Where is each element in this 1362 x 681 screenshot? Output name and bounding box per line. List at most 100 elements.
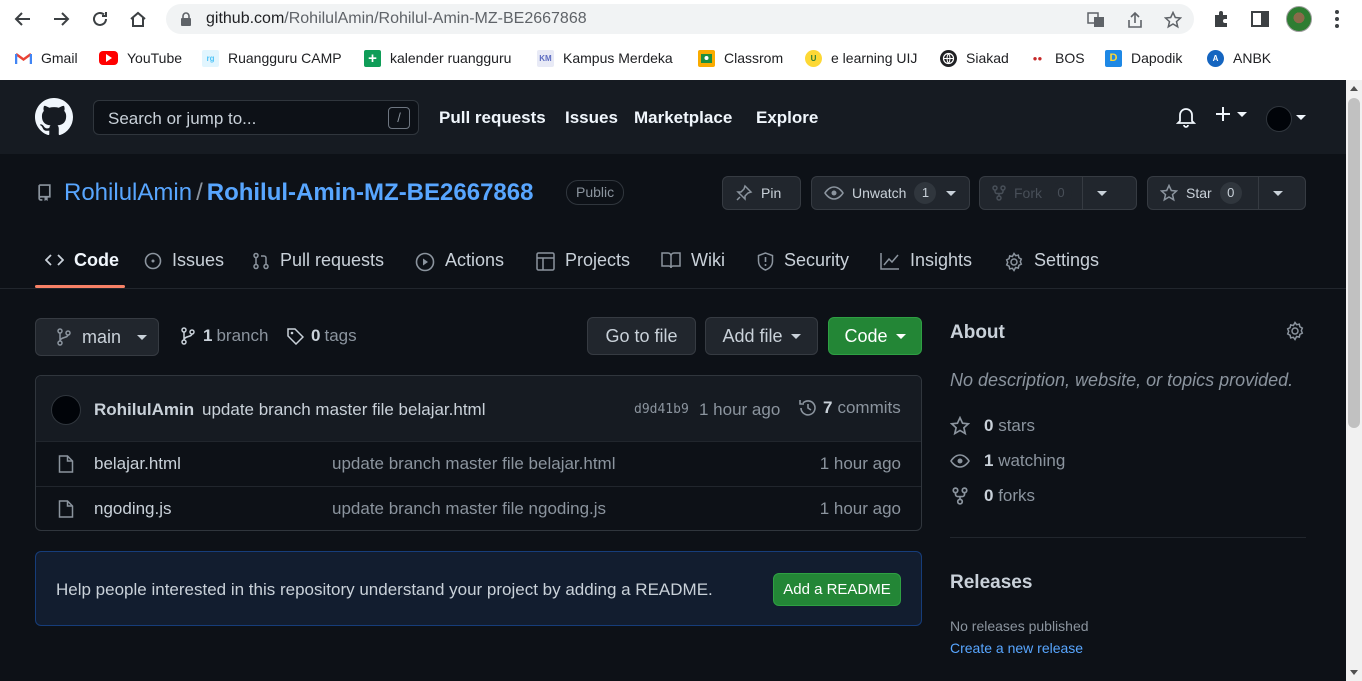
tab-label: Actions — [445, 250, 505, 270]
eye-icon — [824, 186, 844, 200]
notifications-bell-icon[interactable] — [1176, 106, 1196, 128]
book-icon — [661, 252, 681, 269]
profile-avatar[interactable] — [1286, 6, 1312, 32]
commits-history-link[interactable]: 7 commits — [798, 398, 901, 418]
file-name-link[interactable]: belajar.html — [94, 454, 181, 474]
extensions-icon[interactable] — [1210, 8, 1232, 30]
kebab-menu-icon[interactable] — [1326, 8, 1348, 30]
watch-dropdown-chevron-icon[interactable] — [944, 177, 966, 209]
file-commit-time: 1 hour ago — [819, 454, 901, 473]
home-icon[interactable] — [126, 7, 150, 31]
reload-icon[interactable] — [88, 7, 112, 31]
user-menu-chevron-icon[interactable] — [1296, 115, 1306, 120]
fork-dropdown-chevron-icon[interactable] — [1082, 177, 1121, 209]
bookmark-siakad[interactable]: Siakad — [940, 48, 1009, 68]
url-text[interactable]: github.com/RohilulAmin/Rohilul-Amin-MZ-B… — [206, 10, 587, 28]
stars-link[interactable]: 0 stars — [950, 416, 1035, 436]
history-icon — [799, 400, 816, 416]
bookmark-gmail[interactable]: Gmail — [15, 48, 78, 68]
fork-button[interactable]: Fork 0 — [979, 176, 1137, 210]
forks-link[interactable]: 0 forks — [950, 486, 1035, 506]
add-readme-button[interactable]: Add a README — [773, 573, 901, 606]
tab-label: Pull requests — [280, 250, 385, 270]
gmail-icon — [15, 50, 32, 67]
bookmark-label: Kampus Merdeka — [563, 50, 673, 66]
star-dropdown-chevron-icon[interactable] — [1257, 177, 1297, 209]
nav-marketplace[interactable]: Marketplace — [634, 108, 732, 128]
search-input[interactable]: Search or jump to... / — [93, 100, 419, 135]
bookmark-label: Ruangguru CAMP — [228, 50, 342, 66]
user-avatar[interactable] — [1266, 106, 1292, 132]
graph-icon — [880, 253, 899, 270]
about-settings-gear-icon[interactable] — [1285, 321, 1305, 341]
page-scrollbar[interactable] — [1346, 80, 1362, 681]
share-icon[interactable] — [1125, 10, 1145, 30]
address-bar[interactable]: github.com/RohilulAmin/Rohilul-Amin-MZ-B… — [166, 4, 1194, 34]
file-name-link[interactable]: ngoding.js — [94, 499, 172, 519]
scroll-up-arrow-icon[interactable] — [1350, 86, 1358, 91]
commit-message-link[interactable]: update branch master file belajar.html — [202, 400, 486, 420]
globe-icon — [940, 49, 957, 67]
tab-actions[interactable]: Actions — [415, 238, 504, 288]
forward-icon[interactable] — [49, 7, 73, 31]
tab-settings[interactable]: Settings — [1004, 238, 1099, 288]
create-new-dropdown[interactable] — [1215, 106, 1247, 122]
bookmark-star-icon[interactable] — [1163, 10, 1183, 30]
pin-button[interactable]: Pin — [722, 176, 801, 210]
bookmark-kalender-ruangguru[interactable]: + kalender ruangguru — [364, 48, 511, 68]
commit-author-avatar[interactable] — [51, 395, 81, 425]
bookmark-kampus-merdeka[interactable]: KM Kampus Merdeka — [537, 48, 673, 68]
go-to-file-button[interactable]: Go to file — [587, 317, 696, 355]
bookmark-classroom[interactable]: Classrom — [698, 48, 783, 68]
lock-icon[interactable] — [180, 12, 192, 26]
watching-link[interactable]: 1 watching — [950, 451, 1065, 471]
tab-label: Insights — [910, 250, 973, 270]
scroll-down-arrow-icon[interactable] — [1350, 670, 1358, 675]
youtube-icon — [99, 51, 118, 65]
nav-issues[interactable]: Issues — [565, 108, 618, 128]
file-row[interactable]: ngoding.js update branch master file ngo… — [36, 486, 921, 530]
repo-owner-link[interactable]: RohilulAmin — [64, 179, 192, 206]
repo-name-link[interactable]: Rohilul-Amin-MZ-BE2667868 — [207, 179, 534, 206]
create-release-link[interactable]: Create a new release — [950, 640, 1083, 656]
bookmark-bos[interactable]: ●● BOS — [1029, 48, 1085, 68]
file-row[interactable]: belajar.html update branch master file b… — [36, 442, 921, 486]
tab-insights[interactable]: Insights — [880, 238, 972, 288]
bookmark-anbk[interactable]: A ANBK — [1207, 48, 1271, 68]
tab-pull-requests[interactable]: Pull requests — [252, 238, 384, 288]
pull-request-icon — [253, 252, 269, 270]
watch-button[interactable]: Unwatch 1 — [811, 176, 970, 210]
tab-projects[interactable]: Projects — [536, 238, 630, 288]
branch-name: main — [82, 326, 122, 347]
nav-explore[interactable]: Explore — [756, 108, 818, 128]
tab-issues[interactable]: Issues — [144, 238, 224, 288]
chevron-down-icon — [137, 334, 148, 340]
file-commit-message-link[interactable]: update branch master file belajar.html — [332, 454, 616, 474]
commit-sha-link[interactable]: d9d41b9 — [634, 402, 689, 417]
scrollbar-thumb[interactable] — [1348, 98, 1360, 428]
tags-link[interactable]: 0 tags — [287, 326, 357, 346]
translate-icon[interactable] — [1086, 10, 1106, 30]
bookmark-youtube[interactable]: YouTube — [99, 48, 182, 68]
nav-pull-requests[interactable]: Pull requests — [439, 108, 546, 128]
tab-wiki[interactable]: Wiki — [661, 238, 725, 288]
branches-link[interactable]: 1 branch — [180, 326, 268, 346]
commit-author-link[interactable]: RohilulAmin — [94, 400, 194, 420]
tab-code[interactable]: Code — [45, 238, 119, 288]
star-button[interactable]: Star 0 — [1147, 176, 1306, 210]
bookmark-ruangguru-camp[interactable]: rg Ruangguru CAMP — [202, 48, 342, 68]
tab-security[interactable]: Security — [757, 238, 849, 288]
releases-heading[interactable]: Releases — [950, 572, 1032, 594]
file-commit-message-link[interactable]: update branch master file ngoding.js — [332, 499, 606, 519]
about-heading: About — [950, 322, 1005, 343]
branch-selector[interactable]: main — [35, 318, 159, 356]
add-file-button[interactable]: Add file — [705, 317, 818, 355]
file-icon — [58, 500, 74, 518]
bookmark-dapodik[interactable]: D Dapodik — [1105, 48, 1182, 68]
github-logo-icon[interactable] — [35, 98, 73, 136]
code-dropdown-button[interactable]: Code — [828, 317, 922, 355]
side-panel-icon[interactable] — [1249, 8, 1271, 30]
back-icon[interactable] — [11, 7, 35, 31]
bookmark-e-learning-uij[interactable]: U e learning UIJ — [805, 48, 917, 68]
chevron-down-icon — [1237, 111, 1247, 117]
